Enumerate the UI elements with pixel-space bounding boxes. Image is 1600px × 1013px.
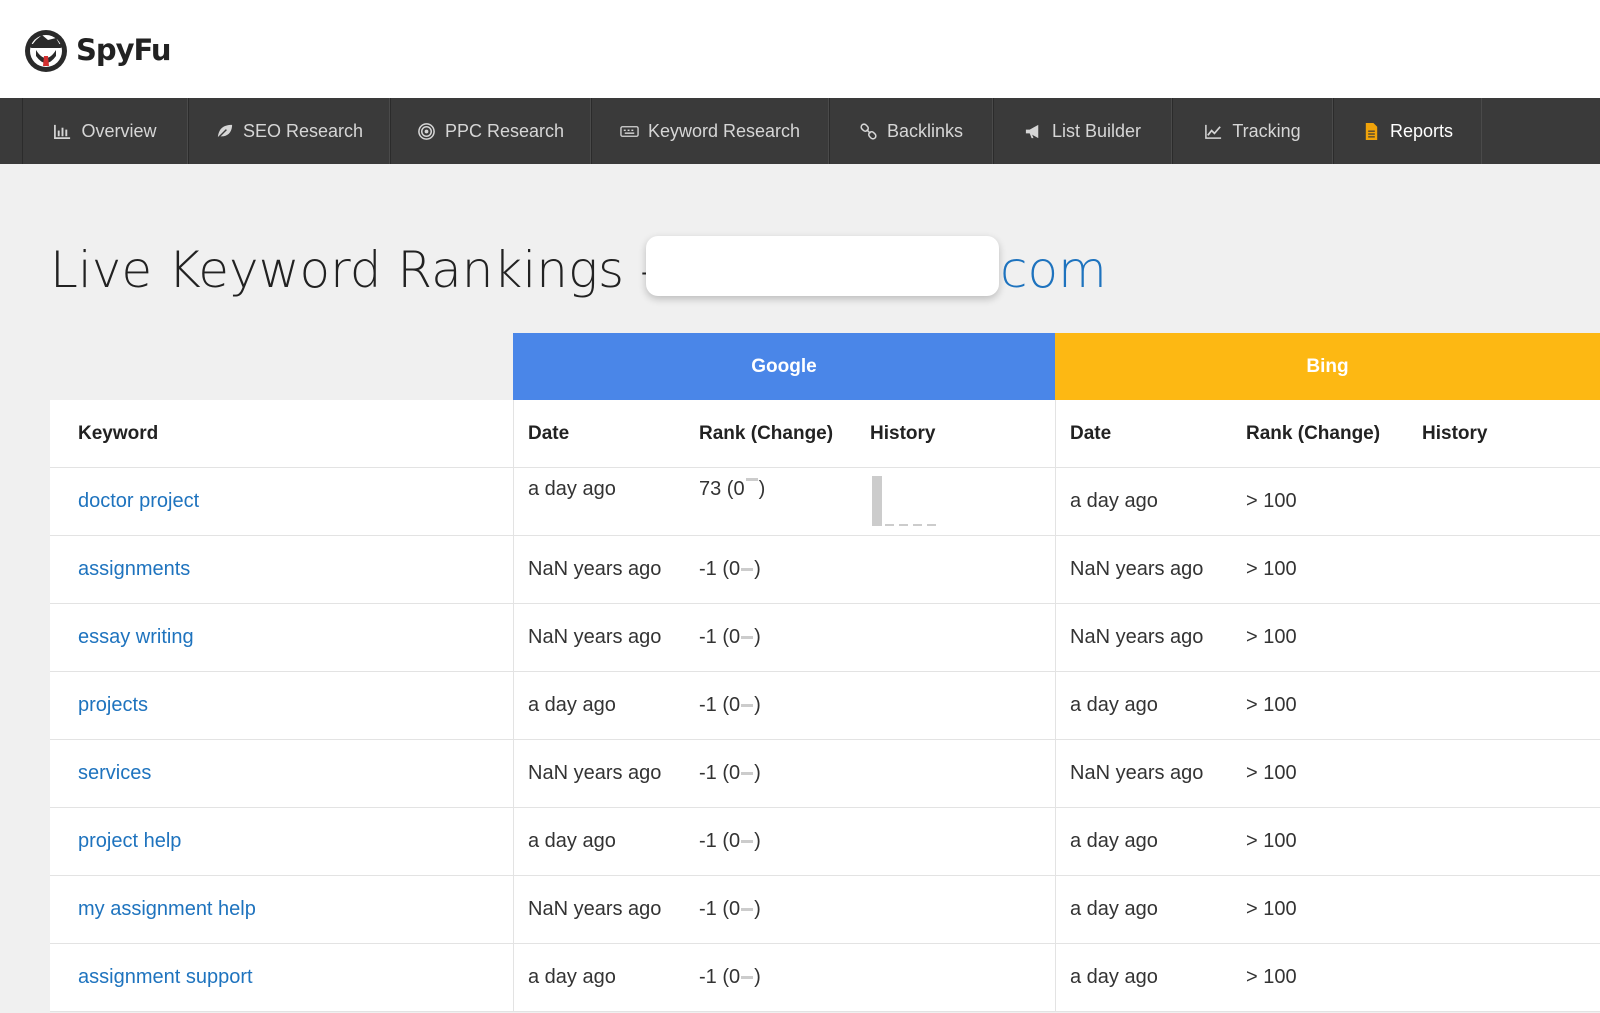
link-icon	[860, 122, 877, 140]
history-sparkline	[872, 476, 936, 526]
top-header: SpyFu	[0, 0, 1600, 98]
bing-rank: > 100	[1246, 898, 1297, 920]
bing-date: NaN years ago	[1070, 558, 1204, 580]
table-row: assignment support a day ago -1 (0) a da…	[50, 944, 1600, 1012]
google-date: NaN years ago	[528, 762, 662, 784]
google-date: NaN years ago	[528, 898, 662, 920]
domain-text: com	[1000, 241, 1107, 299]
bing-date: a day ago	[1070, 490, 1158, 512]
nav-label: PPC Research	[444, 120, 565, 141]
keyword-link[interactable]: essay writing	[78, 626, 194, 649]
keyword-link[interactable]: my assignment help	[78, 898, 256, 921]
bing-rank: > 100	[1246, 626, 1297, 648]
google-header: Google	[513, 333, 1055, 400]
bing-rank: > 100	[1246, 694, 1297, 716]
table-row: essay writing NaN years ago -1 (0) NaN y…	[50, 604, 1600, 672]
google-date: a day ago	[528, 830, 616, 852]
bing-header: Bing	[1055, 333, 1600, 400]
keyboard-icon	[620, 125, 639, 137]
nav-overview[interactable]: Overview	[22, 98, 188, 164]
google-date: NaN years ago	[528, 626, 662, 648]
keyword-link[interactable]: project help	[78, 830, 181, 853]
bing-rank: > 100	[1246, 558, 1297, 580]
google-rank: -1 (0)	[699, 626, 761, 648]
col-bing-date[interactable]: Date	[1070, 400, 1111, 467]
nav-label: Overview	[81, 120, 157, 141]
nav-label: Tracking	[1232, 120, 1301, 141]
bing-rank: > 100	[1246, 830, 1297, 852]
page-title-text: Live Keyword Rankings -	[50, 241, 658, 299]
google-rank: -1 (0)	[699, 830, 761, 852]
spy-logo-icon	[25, 30, 67, 72]
domain-link[interactable]: com	[1000, 238, 1107, 302]
bing-date: a day ago	[1070, 694, 1158, 716]
bing-rank: > 100	[1246, 490, 1297, 512]
bing-rank: > 100	[1246, 762, 1297, 784]
table-row: projects a day ago -1 (0) a day ago > 10…	[50, 672, 1600, 740]
nav-label: Keyword Research	[647, 120, 801, 141]
nav-backlinks[interactable]: Backlinks	[829, 98, 993, 164]
bing-date: a day ago	[1070, 966, 1158, 988]
col-google-rank[interactable]: Rank (Change)	[699, 400, 833, 467]
bing-date: NaN years ago	[1070, 626, 1204, 648]
redacted-domain-cover	[646, 236, 999, 296]
google-date: a day ago	[528, 694, 616, 716]
rankings-table: Keyword Date Rank (Change) History Date …	[50, 400, 1600, 1012]
bing-label: Bing	[1306, 355, 1349, 377]
google-rank: -1 (0)	[699, 898, 761, 920]
col-bing-history: History	[1422, 422, 1488, 444]
google-date: NaN years ago	[528, 558, 662, 580]
google-date: a day ago	[528, 478, 616, 500]
keyword-link[interactable]: projects	[78, 694, 148, 717]
nav-tracking[interactable]: Tracking	[1172, 98, 1333, 164]
keyword-link[interactable]: assignments	[78, 558, 190, 581]
bing-date: NaN years ago	[1070, 762, 1204, 784]
keyword-link[interactable]: services	[78, 762, 151, 785]
google-date: a day ago	[528, 966, 616, 988]
bing-rank: > 100	[1246, 966, 1297, 988]
table-row: project help a day ago -1 (0) a day ago …	[50, 808, 1600, 876]
table-header-row: Keyword Date Rank (Change) History Date …	[50, 400, 1600, 468]
page-title: Live Keyword Rankings -	[50, 238, 736, 302]
megaphone-icon	[1025, 124, 1039, 138]
google-rank: -1 (0)	[699, 558, 761, 580]
col-google-history: History	[870, 422, 936, 444]
spyfu-logo[interactable]: SpyFu	[22, 24, 172, 76]
col-bing-rank[interactable]: Rank (Change)	[1246, 400, 1380, 467]
table-row: services NaN years ago -1 (0) NaN years …	[50, 740, 1600, 808]
table-row: assignments NaN years ago -1 (0) NaN yea…	[50, 536, 1600, 604]
nav-label: Reports	[1389, 120, 1454, 141]
brand-name: SpyFu	[76, 33, 172, 67]
document-icon	[1365, 122, 1378, 140]
col-keyword[interactable]: Keyword	[78, 400, 158, 467]
keyword-link[interactable]: doctor project	[78, 490, 199, 513]
nav-label: SEO Research	[242, 120, 364, 141]
bar-chart-icon	[54, 124, 71, 139]
google-rank: -1 (0)	[699, 762, 761, 784]
google-rank: -1 (0)	[699, 966, 761, 988]
table-row: my assignment help NaN years ago -1 (0) …	[50, 876, 1600, 944]
main-nav: Overview SEO Research PPC Research Keywo…	[0, 98, 1600, 164]
leaf-icon	[217, 124, 233, 139]
keyword-link[interactable]: assignment support	[78, 966, 253, 989]
google-rank: 73 (0)	[699, 478, 766, 500]
nav-list-builder[interactable]: List Builder	[993, 98, 1172, 164]
table-row: doctor project a day ago 73 (0) a day ag…	[50, 468, 1600, 536]
google-rank: -1 (0)	[699, 694, 761, 716]
nav-label: Backlinks	[886, 120, 964, 141]
col-google-date[interactable]: Date	[528, 400, 569, 467]
bing-date: a day ago	[1070, 898, 1158, 920]
nav-keyword-research[interactable]: Keyword Research	[591, 98, 829, 164]
bing-date: a day ago	[1070, 830, 1158, 852]
nav-seo-research[interactable]: SEO Research	[188, 98, 390, 164]
nav-label: List Builder	[1051, 120, 1142, 141]
nav-ppc-research[interactable]: PPC Research	[390, 98, 591, 164]
line-chart-icon	[1205, 124, 1222, 139]
target-icon	[418, 122, 435, 140]
google-label: Google	[751, 355, 817, 377]
nav-reports[interactable]: Reports	[1333, 98, 1482, 164]
